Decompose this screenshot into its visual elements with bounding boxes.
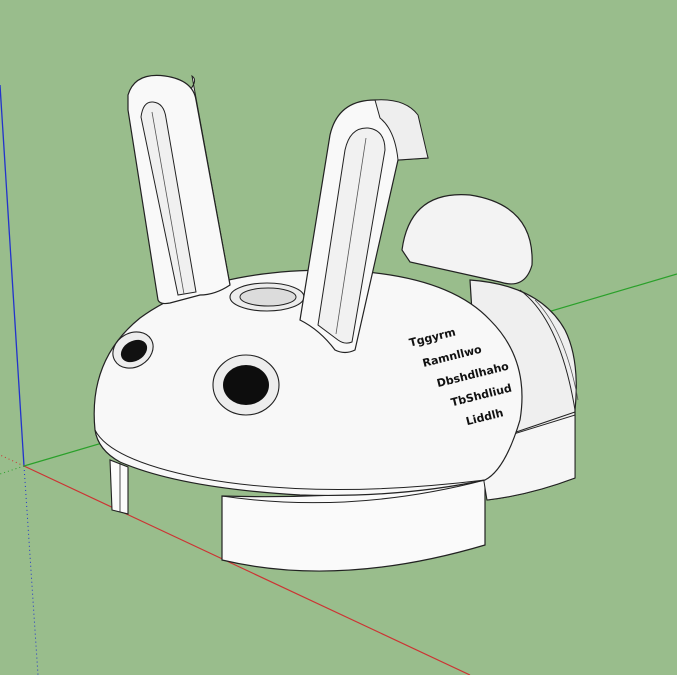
right-eye-hole <box>223 365 269 405</box>
modeling-viewport[interactable]: Tggyrm Ramnllwo Dbshdlhaho TbShdliud Lid… <box>0 0 677 675</box>
top-hole <box>239 287 297 307</box>
back-ball[interactable] <box>401 194 533 285</box>
3d-scene[interactable]: Tggyrm Ramnllwo Dbshdlhaho TbShdliud Lid… <box>0 0 677 675</box>
blue-axis-dotted <box>23 465 39 675</box>
front-tooth[interactable] <box>109 459 129 515</box>
red-axis-dotted <box>0 454 25 467</box>
bunny-model[interactable]: Tggyrm Ramnllwo Dbshdlhaho TbShdliud Lid… <box>93 74 579 572</box>
green-axis-dotted <box>0 465 25 475</box>
blue-axis-solid <box>0 84 25 467</box>
